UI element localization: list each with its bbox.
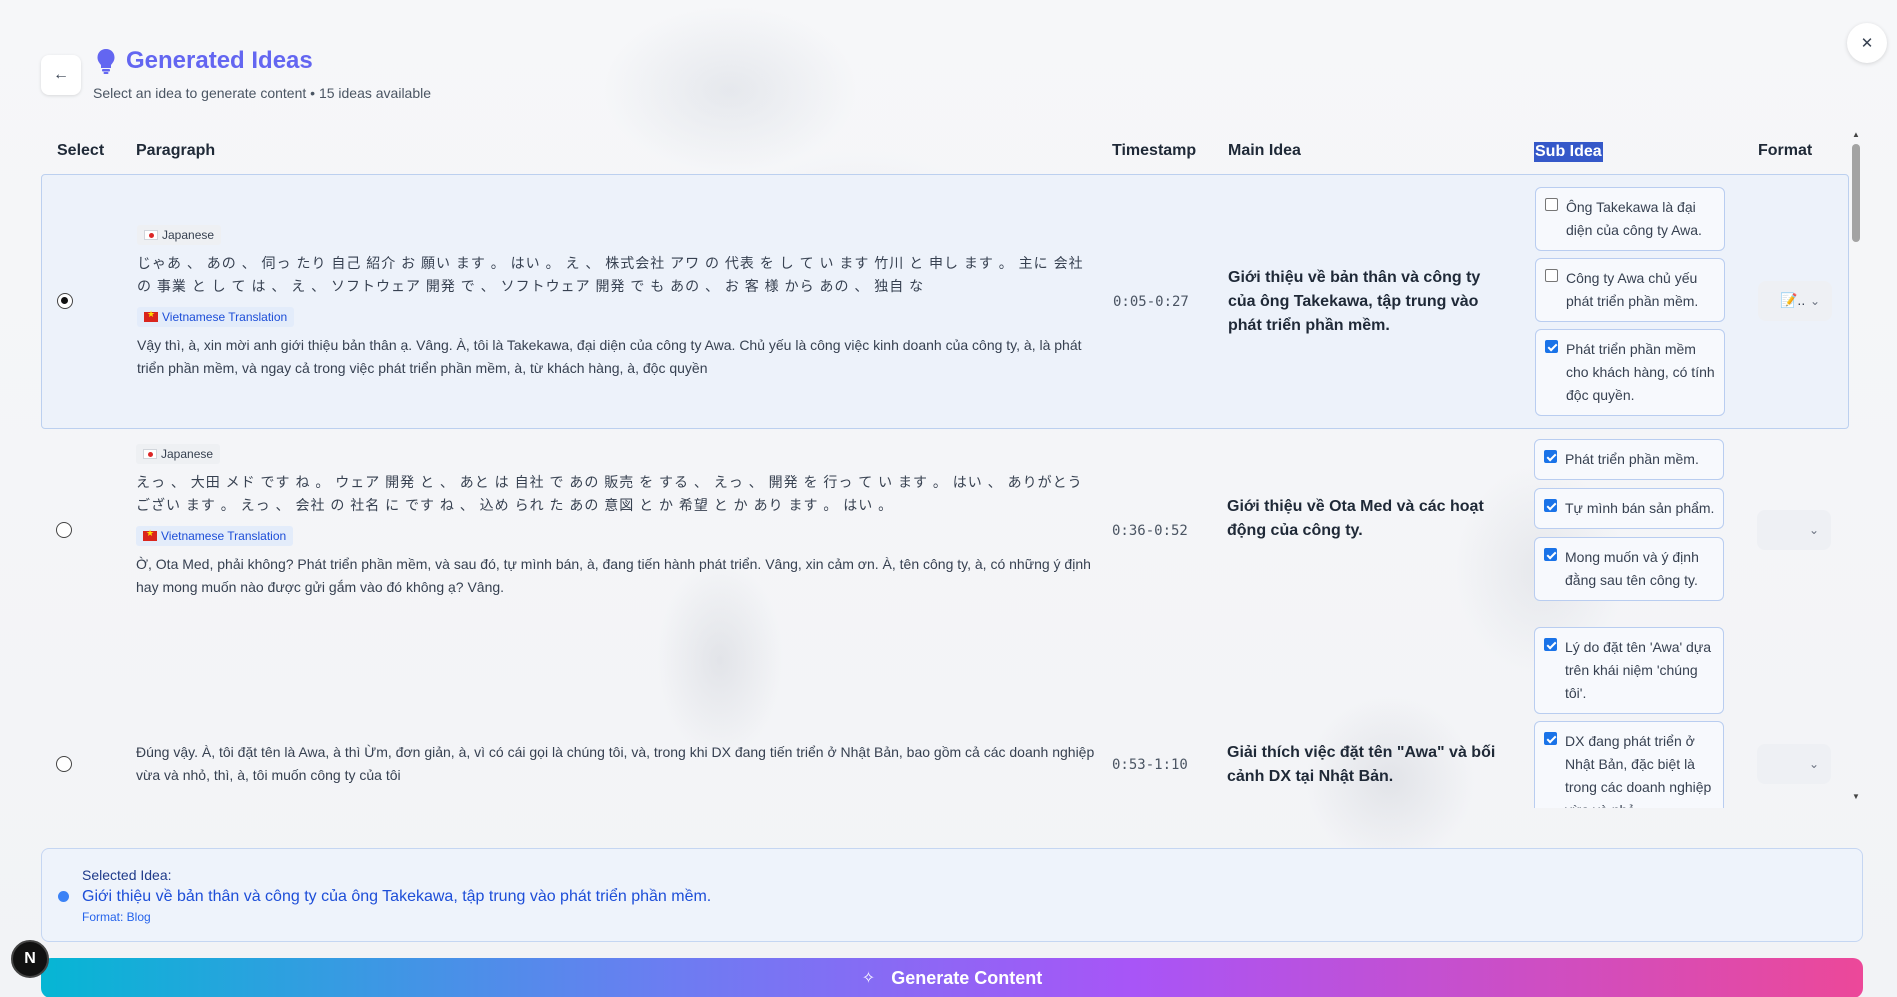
vietnam-flag-icon	[143, 528, 157, 541]
column-header-paragraph: Paragraph	[136, 142, 216, 159]
page-title: Generated Ideas	[126, 47, 313, 74]
app-badge[interactable]: N	[11, 940, 49, 978]
selected-idea-label: Selected Idea:	[82, 867, 172, 883]
japanese-tag: Japanese	[137, 225, 222, 245]
generate-content-label: Generate Content	[891, 967, 1043, 988]
format-select[interactable]: ⌄	[1757, 510, 1831, 550]
format-select[interactable]: 📝.. ⌄	[1758, 281, 1832, 321]
table-row-2[interactable]: Japanese えっ 、 大田 メド です ね 。 ウェア 開発 と 、 あと…	[41, 429, 1849, 619]
sub-idea-checkbox-checked[interactable]	[1545, 340, 1558, 353]
sub-idea-checkbox-checked[interactable]	[1544, 548, 1557, 561]
chevron-down-icon: ⌄	[1808, 523, 1819, 537]
title-row: Generated Ideas	[96, 47, 313, 75]
paragraph-japanese: じゃあ 、 あの 、 伺っ たり 自己 紹介 お 願い ます 。 はい 。 え …	[137, 255, 1084, 294]
sub-idea-item[interactable]: Phát triển phần mềm.	[1534, 439, 1724, 480]
column-header-format: Format	[1758, 142, 1813, 159]
table-row-3[interactable]: Đúng vậy. À, tôi đặt tên là Awa, à thì Ừ…	[41, 619, 1849, 808]
generated-ideas-dialog: ← ✕ Generated Ideas Select an idea to ge…	[0, 0, 1897, 997]
close-icon: ✕	[1860, 35, 1874, 52]
sub-idea-checkbox-checked[interactable]	[1544, 450, 1557, 463]
sub-idea-item[interactable]: Ông Takekawa là đại diện của công ty Awa…	[1535, 187, 1725, 251]
japan-flag-icon	[143, 449, 157, 459]
column-header-main-idea: Main Idea	[1228, 142, 1301, 159]
table-header: Select Paragraph Timestamp Main Idea Sub…	[41, 130, 1849, 174]
sub-idea-item[interactable]: Mong muốn và ý định đằng sau tên công ty…	[1534, 537, 1724, 601]
main-idea: Giới thiệu về Ota Med và các hoạt động c…	[1227, 498, 1484, 539]
japanese-tag: Japanese	[136, 444, 221, 464]
paragraph-vietnamese: Ờ, Ota Med, phải không? Phát triển phần …	[136, 556, 1091, 595]
sub-idea-checkbox-checked[interactable]	[1544, 638, 1557, 651]
vietnamese-tag: Vietnamese Translation	[137, 307, 295, 327]
format-select[interactable]: ⌄	[1757, 744, 1831, 784]
selected-idea-format: Format: Blog	[82, 910, 151, 924]
generate-content-button[interactable]: ✧ Generate Content	[41, 958, 1863, 997]
sub-idea-checkbox[interactable]	[1545, 198, 1558, 211]
vietnamese-tag: Vietnamese Translation	[136, 526, 294, 546]
table-scrollbar[interactable]: ▲ ▼	[1849, 130, 1863, 808]
row-select-radio[interactable]	[56, 756, 72, 772]
scroll-down-arrow-icon[interactable]: ▼	[1852, 792, 1860, 801]
timestamp: 0:53-1:10	[1112, 757, 1188, 773]
sub-idea-item[interactable]: Công ty Awa chủ yếu phát triển phần mềm.	[1535, 258, 1725, 322]
japan-flag-icon	[144, 230, 158, 240]
sparkle-icon: ✧	[861, 970, 876, 987]
row-select-radio[interactable]	[56, 522, 72, 538]
sub-idea-item[interactable]: Lý do đặt tên 'Awa' dựa trên khái niệm '…	[1534, 627, 1724, 714]
sub-idea-item[interactable]: Tự mình bán sản phẩm.	[1534, 488, 1724, 529]
arrow-left-icon: ←	[53, 66, 69, 83]
timestamp: 0:36-0:52	[1112, 523, 1188, 539]
close-button[interactable]: ✕	[1847, 23, 1887, 63]
ideas-table: Select Paragraph Timestamp Main Idea Sub…	[41, 130, 1849, 808]
sub-idea-item[interactable]: Phát triển phần mềm cho khách hàng, có t…	[1535, 329, 1725, 416]
timestamp: 0:05-0:27	[1113, 294, 1189, 310]
chevron-down-icon: ⌄	[1809, 294, 1820, 308]
sub-idea-checkbox[interactable]	[1545, 269, 1558, 282]
column-header-timestamp: Timestamp	[1112, 142, 1197, 159]
sub-idea-checkbox-checked[interactable]	[1544, 732, 1557, 745]
paragraph-vietnamese: Vậy thì, à, xin mời anh giới thiệu bản t…	[137, 337, 1082, 376]
page-subtitle: Select an idea to generate content • 15 …	[93, 85, 432, 101]
paragraph-vietnamese: Đúng vậy. À, tôi đặt tên là Awa, à thì Ừ…	[136, 744, 1095, 783]
scroll-up-arrow-icon[interactable]: ▲	[1852, 130, 1860, 139]
main-idea: Giới thiệu về bản thân và công ty của ôn…	[1228, 269, 1481, 334]
row-select-radio[interactable]	[57, 293, 73, 309]
selected-idea-panel: Selected Idea: Giới thiệu về bản thân và…	[41, 848, 1863, 942]
chevron-down-icon: ⌄	[1808, 757, 1819, 771]
paragraph-japanese: えっ 、 大田 メド です ね 。 ウェア 開発 と 、 あと は 自社 で あ…	[136, 474, 1083, 513]
vietnam-flag-icon	[144, 309, 158, 322]
lightbulb-icon	[97, 49, 115, 74]
sub-idea-item[interactable]: DX đang phát triển ở Nhật Bản, đặc biệt …	[1534, 721, 1724, 808]
format-value: 📝..	[1780, 292, 1806, 308]
selected-indicator-dot	[58, 891, 69, 902]
selected-idea-text: Giới thiệu về bản thân và công ty của ôn…	[82, 888, 712, 905]
scroll-thumb[interactable]	[1852, 144, 1860, 242]
column-header-select: Select	[57, 142, 105, 159]
sub-idea-checkbox-checked[interactable]	[1544, 499, 1557, 512]
column-header-sub-idea: Sub Idea	[1534, 142, 1603, 162]
back-button[interactable]: ←	[41, 55, 81, 95]
table-row-1[interactable]: Japanese じゃあ 、 あの 、 伺っ たり 自己 紹介 お 願い ます …	[41, 174, 1849, 429]
main-idea: Giải thích việc đặt tên "Awa" và bối cản…	[1227, 744, 1496, 785]
